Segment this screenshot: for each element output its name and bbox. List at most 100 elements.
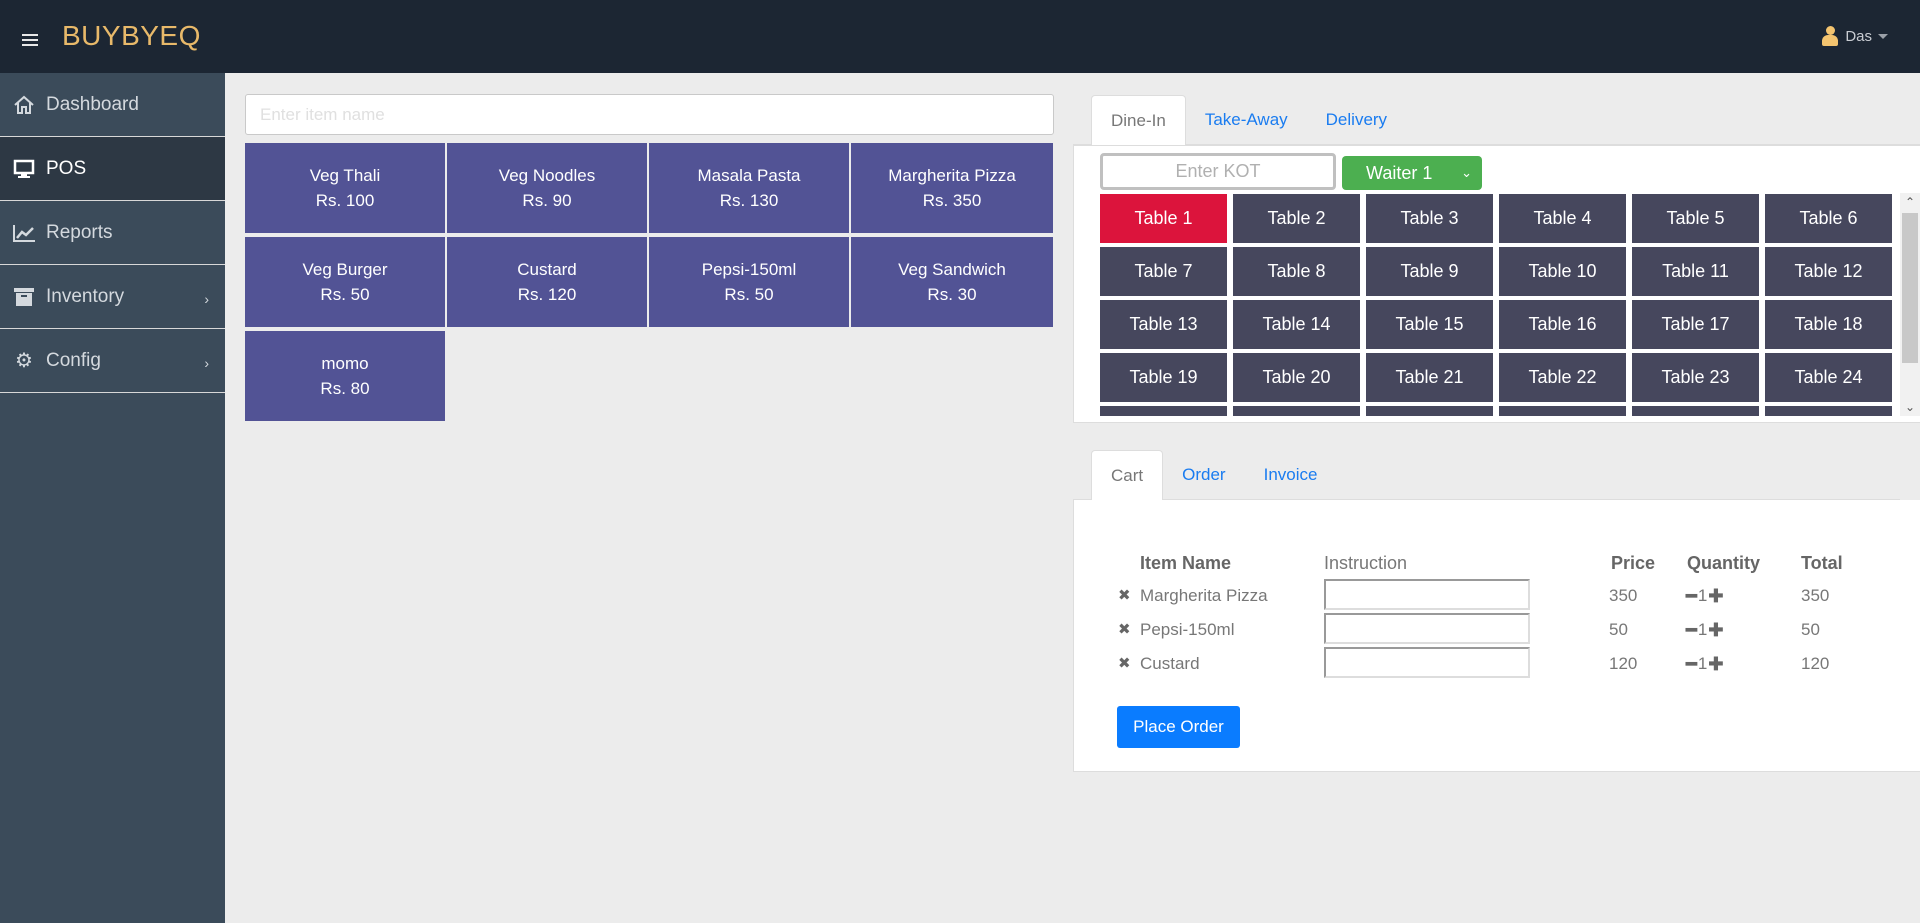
remove-item-icon[interactable]: ✖ xyxy=(1118,620,1131,638)
menu-item-name: Veg Thali xyxy=(309,166,381,185)
table-button[interactable]: Table 6 xyxy=(1765,194,1892,243)
cart-tabs: Cart Order Invoice xyxy=(1091,450,1336,500)
table-button[interactable]: Table 14 xyxy=(1233,300,1360,349)
table-button[interactable] xyxy=(1499,406,1626,416)
user-name: Das xyxy=(1845,27,1872,45)
table-button[interactable]: Table 7 xyxy=(1100,247,1227,296)
waiter-select[interactable]: Waiter 1 ⌄ xyxy=(1342,156,1482,190)
tab-take-away[interactable]: Take-Away xyxy=(1186,95,1307,145)
table-button[interactable]: Table 17 xyxy=(1632,300,1759,349)
decrease-quantity-button[interactable]: ━ xyxy=(1686,621,1697,639)
monitor-icon xyxy=(12,158,36,180)
menu-item-price: Rs. 100 xyxy=(315,191,375,210)
table-button[interactable]: Table 11 xyxy=(1632,247,1759,296)
sidebar-item-label: Reports xyxy=(46,221,113,243)
tab-invoice[interactable]: Invoice xyxy=(1245,450,1337,500)
decrease-quantity-button[interactable]: ━ xyxy=(1686,655,1697,673)
cart-item-price: 50 xyxy=(1609,620,1628,639)
table-button[interactable]: Table 15 xyxy=(1366,300,1493,349)
menu-item-tile[interactable]: Veg Burger Rs. 50 xyxy=(245,237,445,327)
menu-item-price: Rs. 120 xyxy=(517,285,577,304)
table-button[interactable]: Table 13 xyxy=(1100,300,1227,349)
menu-item-name: Veg Burger xyxy=(302,260,388,279)
menu-item-tile[interactable]: Masala Pasta Rs. 130 xyxy=(649,143,849,233)
table-button[interactable] xyxy=(1100,406,1227,416)
table-button[interactable]: Table 18 xyxy=(1765,300,1892,349)
table-button[interactable]: Table 1 xyxy=(1100,194,1227,243)
instruction-input[interactable] xyxy=(1324,579,1530,610)
remove-item-icon[interactable]: ✖ xyxy=(1118,586,1131,604)
table-button[interactable]: Table 22 xyxy=(1499,353,1626,402)
quantity-stepper: ━ 1 ✚ xyxy=(1686,620,1723,640)
menu-item-tile[interactable]: Custard Rs. 120 xyxy=(447,237,647,327)
table-button[interactable]: Table 19 xyxy=(1100,353,1227,402)
tab-order[interactable]: Order xyxy=(1163,450,1244,500)
table-button[interactable]: Table 24 xyxy=(1765,353,1892,402)
sidebar-item-reports[interactable]: Reports xyxy=(0,201,225,265)
user-icon xyxy=(1821,26,1839,46)
menu-item-price: Rs. 50 xyxy=(320,285,370,304)
chevron-right-icon: › xyxy=(204,355,209,371)
menu-item-price: Rs. 50 xyxy=(724,285,774,304)
table-button[interactable]: Table 9 xyxy=(1366,247,1493,296)
chevron-right-icon: › xyxy=(204,291,209,307)
sidebar-item-config[interactable]: ⚙ Config › xyxy=(0,329,225,393)
sidebar-item-label: Config xyxy=(46,349,101,371)
kot-input[interactable] xyxy=(1100,153,1336,190)
table-button[interactable] xyxy=(1233,406,1360,416)
table-button[interactable] xyxy=(1632,406,1759,416)
increase-quantity-button[interactable]: ✚ xyxy=(1708,621,1723,639)
scroll-up-icon[interactable]: ⌃ xyxy=(1900,195,1920,209)
decrease-quantity-button[interactable]: ━ xyxy=(1686,587,1697,605)
sidebar-item-pos[interactable]: POS xyxy=(0,137,225,201)
sidebar-item-label: POS xyxy=(46,157,87,179)
table-button[interactable]: Table 10 xyxy=(1499,247,1626,296)
table-button[interactable]: Table 8 xyxy=(1233,247,1360,296)
sidebar-item-dashboard[interactable]: Dashboard xyxy=(0,73,225,137)
table-button[interactable]: Table 16 xyxy=(1499,300,1626,349)
sidebar-item-inventory[interactable]: Inventory › xyxy=(0,265,225,329)
increase-quantity-button[interactable]: ✚ xyxy=(1708,655,1723,673)
table-button[interactable]: Table 20 xyxy=(1233,353,1360,402)
menu-item-name: Veg Noodles xyxy=(498,166,596,185)
quantity-stepper: ━ 1 ✚ xyxy=(1686,654,1723,674)
remove-item-icon[interactable]: ✖ xyxy=(1118,654,1131,672)
scrollbar-thumb[interactable] xyxy=(1902,213,1918,363)
menu-item-tile[interactable]: Margherita Pizza Rs. 350 xyxy=(851,143,1053,233)
menu-item-tile[interactable]: Veg Thali Rs. 100 xyxy=(245,143,445,233)
table-button[interactable] xyxy=(1366,406,1493,416)
menu-item-tile[interactable]: momo Rs. 80 xyxy=(245,331,445,421)
archive-icon xyxy=(12,286,36,308)
tab-cart[interactable]: Cart xyxy=(1091,450,1164,500)
column-header-instruction: Instruction xyxy=(1324,553,1408,573)
table-button[interactable]: Table 12 xyxy=(1765,247,1892,296)
table-button[interactable]: Table 4 xyxy=(1499,194,1626,243)
instruction-input[interactable] xyxy=(1324,647,1530,678)
tab-delivery[interactable]: Delivery xyxy=(1307,95,1406,145)
table-button[interactable]: Table 23 xyxy=(1632,353,1759,402)
table-button[interactable]: Table 5 xyxy=(1632,194,1759,243)
tab-dine-in[interactable]: Dine-In xyxy=(1091,95,1186,145)
table-grid-scrollbar[interactable]: ⌃ ⌄ xyxy=(1900,193,1920,416)
scroll-down-icon[interactable]: ⌄ xyxy=(1900,400,1920,414)
table-button[interactable]: Table 21 xyxy=(1366,353,1493,402)
table-button[interactable] xyxy=(1765,406,1892,416)
menu-item-tile[interactable]: Veg Noodles Rs. 90 xyxy=(447,143,647,233)
menu-item-tile[interactable]: Veg Sandwich Rs. 30 xyxy=(851,237,1053,327)
quantity-value: 1 xyxy=(1697,620,1708,639)
user-menu[interactable]: Das xyxy=(1821,26,1888,46)
table-button[interactable]: Table 3 xyxy=(1366,194,1493,243)
place-order-button[interactable]: Place Order xyxy=(1117,706,1240,748)
hamburger-menu-icon[interactable] xyxy=(22,34,38,46)
instruction-input[interactable] xyxy=(1324,613,1530,644)
menu-item-tile[interactable]: Pepsi-150ml Rs. 50 xyxy=(649,237,849,327)
table-grid: Table 1 Table 2 Table 3 Table 4 Table 5 Table… xyxy=(1100,194,1892,416)
item-search-input[interactable] xyxy=(245,94,1054,135)
dine-in-panel: Waiter 1 ⌄ Table 1Table 2Table 3Table 4T… xyxy=(1073,145,1920,423)
sidebar-item-label: Inventory xyxy=(46,285,125,307)
gear-icon: ⚙ xyxy=(15,350,33,372)
increase-quantity-button[interactable]: ✚ xyxy=(1708,587,1723,605)
menu-item-name: Masala Pasta xyxy=(697,166,801,185)
cart-row: ✖ Pepsi-150ml 50 ━ 1 ✚ 50 xyxy=(1118,613,1898,647)
table-button[interactable]: Table 2 xyxy=(1233,194,1360,243)
